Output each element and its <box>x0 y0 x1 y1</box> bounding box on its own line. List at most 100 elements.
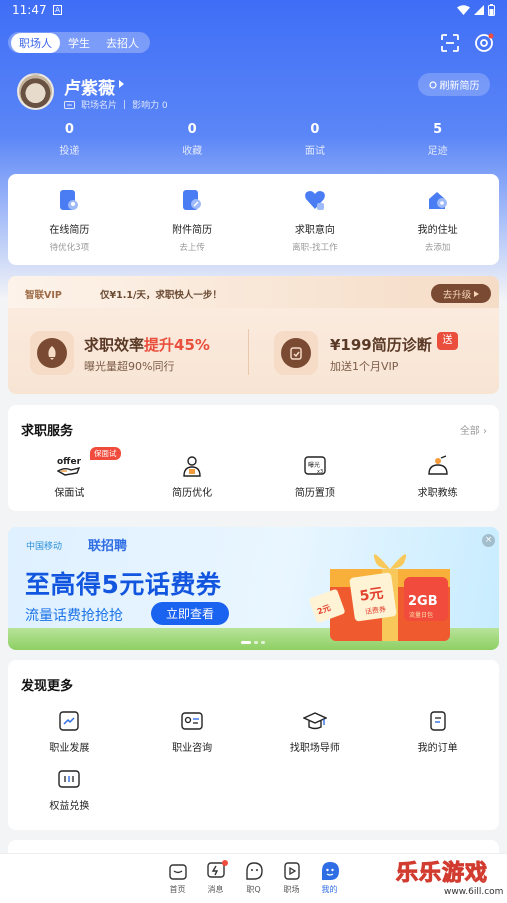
divider: | <box>123 99 127 110</box>
influence-label[interactable]: 影响力 0 <box>132 98 168 111</box>
vip-upgrade-button[interactable]: 去升级 <box>431 284 491 303</box>
discover-label: 找职场导师 <box>289 743 340 754</box>
tab-label: 职场 <box>283 885 300 894</box>
discover-grid-row1: 职业发展 职业咨询 找职场导师 我的订单 <box>8 710 499 754</box>
vip-logo: 智联VIP <box>25 290 62 301</box>
segment-professional[interactable]: 职场人 <box>11 32 60 53</box>
svg-text:x3: x3 <box>317 469 323 475</box>
chevron-right-icon <box>119 80 124 88</box>
stat-favorites[interactable]: 0 收藏 <box>131 122 254 162</box>
svg-text:流量日包: 流量日包 <box>409 611 433 619</box>
gift-box-illustration: 5元 话费券 2GB 流量日包 2元 <box>309 554 450 641</box>
notification-a-icon: A <box>53 5 62 15</box>
settings-icon[interactable] <box>473 32 495 54</box>
card-icon <box>64 100 75 109</box>
svg-text:offer: offer <box>57 457 81 467</box>
stat-footprints[interactable]: 5 足迹 <box>376 122 499 162</box>
heart-edit-icon <box>304 191 325 210</box>
vip-card[interactable]: 智联VIP 仅¥1.1/天，求职快人一步！ 去升级 求职效率提升45% 曝光量超… <box>8 276 499 394</box>
view-now-button[interactable]: 立即查看 <box>151 602 229 625</box>
me-face-icon <box>321 862 339 880</box>
watermark-text: 乐乐游戏 <box>395 861 489 887</box>
discover-career-growth[interactable]: 职业发展 <box>8 710 131 754</box>
quick-job-intention[interactable]: 求职意向 离职-找工作 <box>254 174 377 265</box>
segment-student[interactable]: 学生 <box>60 33 98 53</box>
discover-find-mentor[interactable]: 找职场导师 <box>254 710 377 754</box>
service-job-coach[interactable]: 求职教练 <box>376 455 499 499</box>
status-bar: 11:47 A <box>0 0 507 22</box>
quick-online-resume[interactable]: 在线简历 待优化3项 <box>8 174 131 265</box>
wifi-icon <box>457 5 470 15</box>
stat-applied[interactable]: 0 投递 <box>8 122 131 162</box>
service-resume-optimize[interactable]: 简历优化 <box>131 455 254 499</box>
close-icon[interactable]: × <box>482 534 495 547</box>
discover-career-consult[interactable]: 职业咨询 <box>131 710 254 754</box>
ticket-icon <box>58 770 81 788</box>
offer-hand-icon: offer <box>57 457 81 476</box>
unread-dot <box>221 860 228 866</box>
user-subinfo: 职场名片 | 影响力 0 <box>64 98 168 111</box>
attachment-resume-icon <box>183 190 202 210</box>
promo-banner[interactable]: 中国移动 联招聘 至高得5元话费券 流量话费抢抢抢 立即查看 5元 话费券 2G… <box>8 527 499 650</box>
discover-label: 职业发展 <box>49 743 90 754</box>
exposure-x3-icon: 曝光x3 <box>304 456 326 475</box>
tab-label: 职Q <box>246 885 261 894</box>
quick-sub: 离职-找工作 <box>292 243 338 253</box>
coach-icon <box>427 455 448 475</box>
graduation-cap-icon <box>302 712 327 730</box>
discover-benefit-exchange[interactable]: 权益兑换 <box>8 768 131 812</box>
quick-sub: 待优化3项 <box>49 243 90 253</box>
status-time: 11:47 <box>12 3 47 17</box>
avatar[interactable] <box>17 73 54 110</box>
quick-my-address[interactable]: 我的住址 去添加 <box>376 174 499 265</box>
scan-icon[interactable] <box>439 32 461 54</box>
banner-headline: 至高得5元话费券 <box>25 570 222 599</box>
discover-label: 我的订单 <box>417 743 458 754</box>
vip-efficiency-title: 求职效率提升45% <box>84 334 210 355</box>
services-all-link[interactable]: 全部 › <box>460 422 487 437</box>
discover-my-orders[interactable]: 我的订单 <box>376 710 499 754</box>
section-title: 发现更多 <box>21 679 74 694</box>
refresh-icon <box>428 80 437 89</box>
service-interview-guarantee[interactable]: offer 保面试 <box>8 455 131 499</box>
clipboard-icon <box>274 331 318 375</box>
rocket-icon <box>30 331 74 375</box>
resume-person-icon <box>183 456 201 477</box>
home-bag-icon <box>168 864 187 880</box>
trend-icon <box>59 711 80 731</box>
user-name[interactable]: 卢紫薇 <box>64 74 115 99</box>
discover-grid-row2: 权益兑换 <box>8 768 499 812</box>
stat-interviews[interactable]: 0 面试 <box>254 122 377 162</box>
segment-recruit[interactable]: 去招人 <box>98 33 147 53</box>
play-page-icon <box>283 862 300 880</box>
service-resume-top[interactable]: 曝光 x3 简历置顶 <box>254 455 377 499</box>
identity-switch: 职场人 学生 去招人 <box>8 32 150 53</box>
stat-label: 收藏 <box>182 146 203 157</box>
svg-text:曝光: 曝光 <box>308 461 320 469</box>
all-label: 全部 <box>459 426 480 437</box>
tab-label: 消息 <box>207 885 224 894</box>
tab-workplace[interactable]: 职场 <box>273 854 311 903</box>
refresh-resume-button[interactable]: 刷新简历 <box>418 73 490 96</box>
stat-value: 0 <box>310 122 320 137</box>
quick-attachment-resume[interactable]: 附件简历 去上传 <box>131 174 254 265</box>
vip-efficiency-highlight: 提升45% <box>144 336 210 354</box>
svg-text:5元: 5元 <box>359 586 385 605</box>
banner-subtitle: 流量话费抢抢抢 <box>25 608 123 624</box>
tab-messages[interactable]: 消息 <box>197 854 235 903</box>
signal-icon <box>474 5 484 15</box>
tab-zhiq[interactable]: 职Q <box>235 854 273 903</box>
quick-title: 求职意向 <box>294 225 335 236</box>
tab-label: 首页 <box>169 885 186 894</box>
stat-value: 0 <box>64 122 74 137</box>
vip-efficiency-prefix: 求职效率 <box>84 336 145 354</box>
stat-value: 5 <box>433 122 443 137</box>
vip-header <box>8 276 499 308</box>
tab-label: 我的 <box>321 885 338 894</box>
consult-card-icon <box>181 712 203 730</box>
tab-home[interactable]: 首页 <box>159 854 197 903</box>
resume-user-icon <box>60 190 79 210</box>
vip-diagnosis-title: ¥199简历诊断 <box>330 336 432 354</box>
card-label[interactable]: 职场名片 <box>81 98 117 111</box>
tab-me[interactable]: 我的 <box>311 854 349 903</box>
